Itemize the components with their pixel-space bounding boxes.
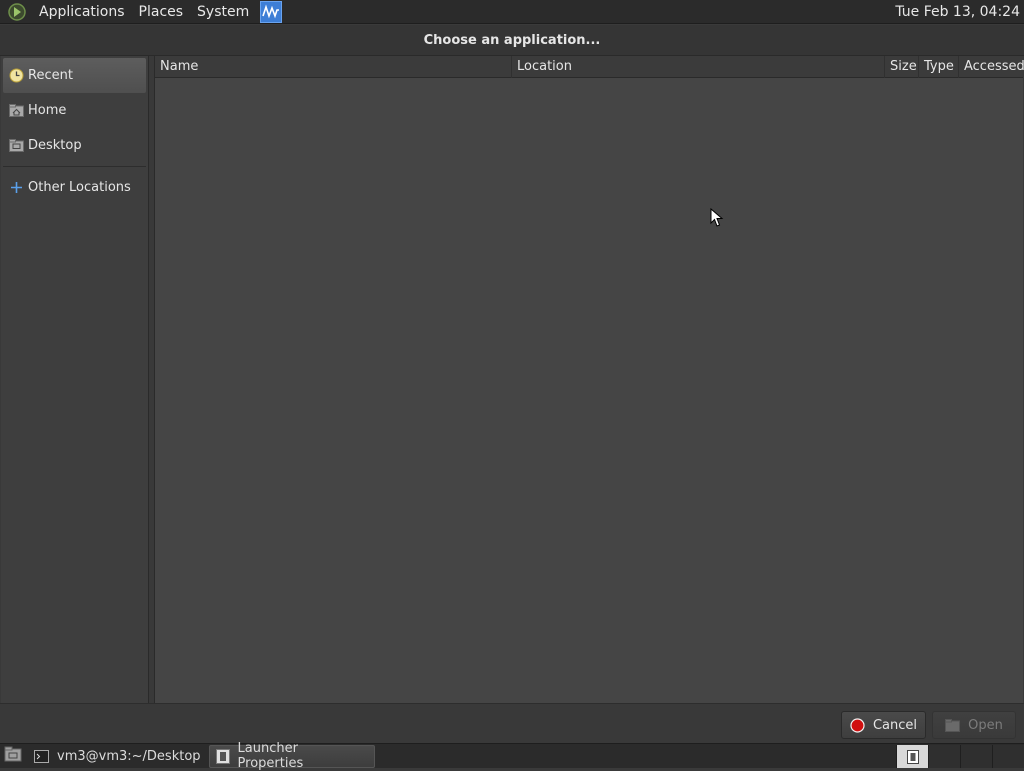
taskbar-item-label: vm3@vm3:~/Desktop <box>57 748 201 764</box>
workspace-3[interactable] <box>960 745 992 768</box>
open-button[interactable]: Open <box>932 711 1016 739</box>
sidebar-item-label: Desktop <box>28 138 82 153</box>
launcher-icon <box>215 748 230 764</box>
dialog-body: Recent Home Desktop Other Locations Name… <box>0 56 1024 703</box>
sidebar-item-label: Other Locations <box>28 180 131 195</box>
panel-clock[interactable]: Tue Feb 13, 04:24 <box>895 0 1020 24</box>
file-chooser-dialog: Choose an application... Recent Home Des… <box>0 25 1024 743</box>
recent-icon <box>8 68 24 84</box>
show-desktop-button[interactable] <box>0 745 26 768</box>
menu-system[interactable]: System <box>190 0 256 24</box>
dialog-button-bar: Cancel Open <box>0 703 1024 743</box>
column-header-size[interactable]: Size <box>885 56 919 78</box>
menu-applications[interactable]: Applications <box>32 0 132 24</box>
column-header-accessed[interactable]: Accessed <box>959 56 1024 78</box>
taskbar-item-terminal[interactable]: vm3@vm3:~/Desktop <box>28 745 207 768</box>
column-header-name[interactable]: Name <box>155 56 512 78</box>
file-list-header: Name Location Size Type Accessed <box>155 56 1024 78</box>
dialog-title: Choose an application... <box>0 25 1024 56</box>
terminal-icon <box>34 749 49 763</box>
top-panel: Applications Places System Tue Feb 13, 0… <box>0 0 1024 24</box>
mouse-cursor-icon <box>710 208 724 227</box>
cancel-button[interactable]: Cancel <box>841 711 926 739</box>
sidebar-item-label: Recent <box>28 68 73 83</box>
sidebar-item-label: Home <box>28 103 67 118</box>
sidebar-item-recent[interactable]: Recent <box>3 58 146 93</box>
open-folder-icon <box>945 718 961 732</box>
workspace-4[interactable] <box>992 745 1024 768</box>
cancel-icon <box>850 717 865 733</box>
places-sidebar: Recent Home Desktop Other Locations <box>1 56 149 703</box>
bottom-panel: vm3@vm3:~/Desktop Launcher Properties <box>0 741 1024 771</box>
desktop-folder-icon <box>8 138 24 154</box>
menu-places[interactable]: Places <box>132 0 191 24</box>
sidebar-separator <box>3 166 146 167</box>
cancel-button-label: Cancel <box>872 717 918 733</box>
system-monitor-icon[interactable] <box>260 0 283 23</box>
home-folder-icon <box>8 103 24 119</box>
plus-icon <box>8 180 24 196</box>
sidebar-item-desktop[interactable]: Desktop <box>3 128 146 163</box>
file-list[interactable]: Name Location Size Type Accessed <box>154 56 1024 703</box>
taskbar-item-launcher-properties[interactable]: Launcher Properties <box>208 741 375 771</box>
taskbar-item-label: Launcher Properties <box>237 741 304 771</box>
workspace-2[interactable] <box>928 745 960 768</box>
column-header-type[interactable]: Type <box>919 56 959 78</box>
workspace-switcher[interactable] <box>896 745 1024 768</box>
column-header-location[interactable]: Location <box>512 56 885 78</box>
workspace-1[interactable] <box>896 745 928 768</box>
sidebar-item-home[interactable]: Home <box>3 93 146 128</box>
sidebar-item-other-locations[interactable]: Other Locations <box>3 170 146 205</box>
mate-logo-icon[interactable] <box>6 1 28 23</box>
show-desktop-icon <box>4 746 22 766</box>
open-button-label: Open <box>968 717 1003 733</box>
